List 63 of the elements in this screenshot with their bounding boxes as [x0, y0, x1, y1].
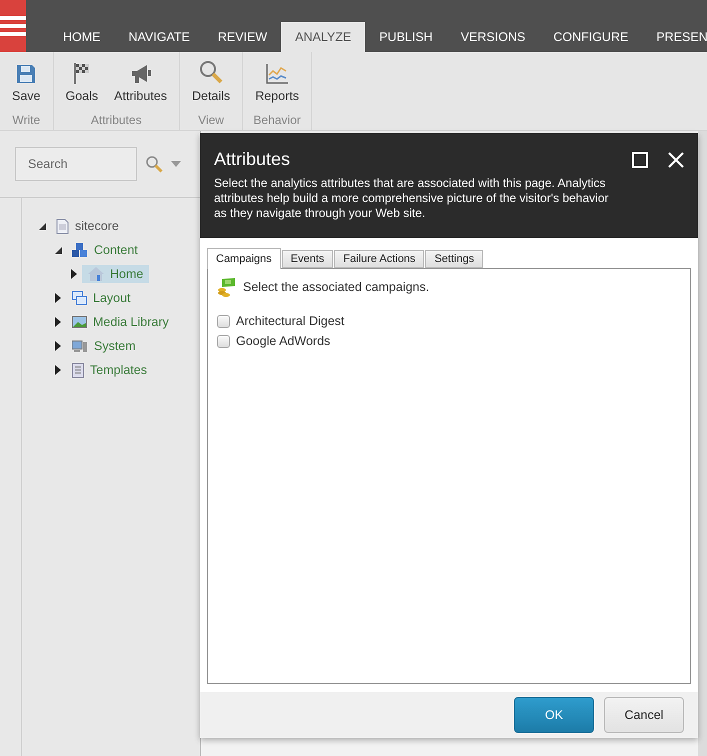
menu-button[interactable] [0, 0, 26, 52]
group-label: Write [12, 113, 40, 127]
tree-item[interactable]: sitecore [50, 216, 125, 236]
tree-item[interactable]: Layout [66, 289, 137, 307]
dialog-title: Attributes [214, 149, 292, 170]
checkbox[interactable] [217, 334, 230, 348]
windows-icon [72, 291, 87, 305]
dialog-tab[interactable]: Failure Actions [334, 250, 424, 268]
ribbon-button[interactable]: Save [6, 52, 46, 109]
ribbon-button[interactable]: Details [186, 52, 236, 109]
dialog-tab[interactable]: Settings [425, 250, 484, 268]
search-field[interactable]: Search [15, 147, 137, 181]
document-icon [56, 218, 69, 234]
nav-tab[interactable]: ANALYZE [281, 22, 366, 52]
menu-icon [0, 16, 26, 36]
ribbon-button[interactable]: Attributes [108, 52, 173, 109]
collapsed-toggle-icon[interactable] [55, 317, 61, 327]
checkbox-label[interactable]: Architectural Digest [236, 314, 344, 328]
line-chart-icon [266, 64, 288, 84]
list-document-icon [72, 362, 84, 378]
expanded-toggle-icon[interactable] [54, 246, 62, 254]
checkbox[interactable] [217, 314, 230, 328]
money-coins-icon [217, 277, 237, 297]
group-label: View [198, 113, 224, 127]
save-icon [16, 64, 36, 84]
house-icon [88, 267, 104, 281]
search-icon[interactable] [145, 155, 163, 173]
maximize-icon[interactable] [632, 152, 648, 168]
search-icon [199, 60, 224, 84]
megaphone-icon [130, 64, 152, 84]
panel-heading: Select the associated campaigns. [243, 280, 430, 294]
group-label: Attributes [90, 113, 142, 127]
landscape-picture-icon [72, 316, 87, 328]
nav-tab[interactable]: CONFIGURE [539, 22, 642, 52]
expanded-toggle-icon[interactable] [38, 222, 46, 230]
close-icon[interactable] [668, 152, 684, 168]
collapsed-toggle-icon[interactable] [55, 293, 61, 303]
ribbon-button[interactable]: Reports [249, 52, 305, 109]
nav-tab[interactable]: HOME [49, 22, 114, 52]
nav-tab[interactable]: PUBLISH [365, 22, 447, 52]
tree-item[interactable]: Media Library [66, 313, 175, 331]
computer-icon [72, 340, 88, 352]
ribbon-button[interactable]: Goals [60, 52, 104, 109]
cancel-button[interactable]: Cancel [604, 697, 684, 733]
tree-item[interactable]: Templates [66, 360, 153, 380]
cubes-icon [72, 242, 88, 258]
collapsed-toggle-icon[interactable] [55, 365, 61, 375]
dialog-tab[interactable]: Campaigns [207, 248, 281, 269]
checkbox-label[interactable]: Google AdWords [236, 334, 330, 348]
nav-tab[interactable]: PRESEN [642, 22, 707, 52]
nav-tab[interactable]: VERSIONS [446, 22, 540, 52]
dialog-description: Select the analytics attributes that are associated with this page. Analytics attributes help build a more comprehensive picture of the visitor's behavior as they navigate through your Web site. [214, 176, 610, 221]
nav-tab[interactable]: NAVIGATE [114, 22, 204, 52]
collapsed-toggle-icon[interactable] [71, 269, 77, 279]
dialog-tab[interactable]: Events [282, 250, 334, 268]
tree-item[interactable]: System [66, 337, 142, 355]
group-label: Behavior [253, 113, 301, 127]
nav-tab[interactable]: REVIEW [204, 22, 282, 52]
flag-icon [72, 62, 92, 84]
tree-item[interactable]: Home [82, 265, 150, 283]
tree-item[interactable]: Content [66, 240, 144, 260]
collapsed-toggle-icon[interactable] [55, 341, 61, 351]
ok-button[interactable]: OK [514, 697, 594, 733]
